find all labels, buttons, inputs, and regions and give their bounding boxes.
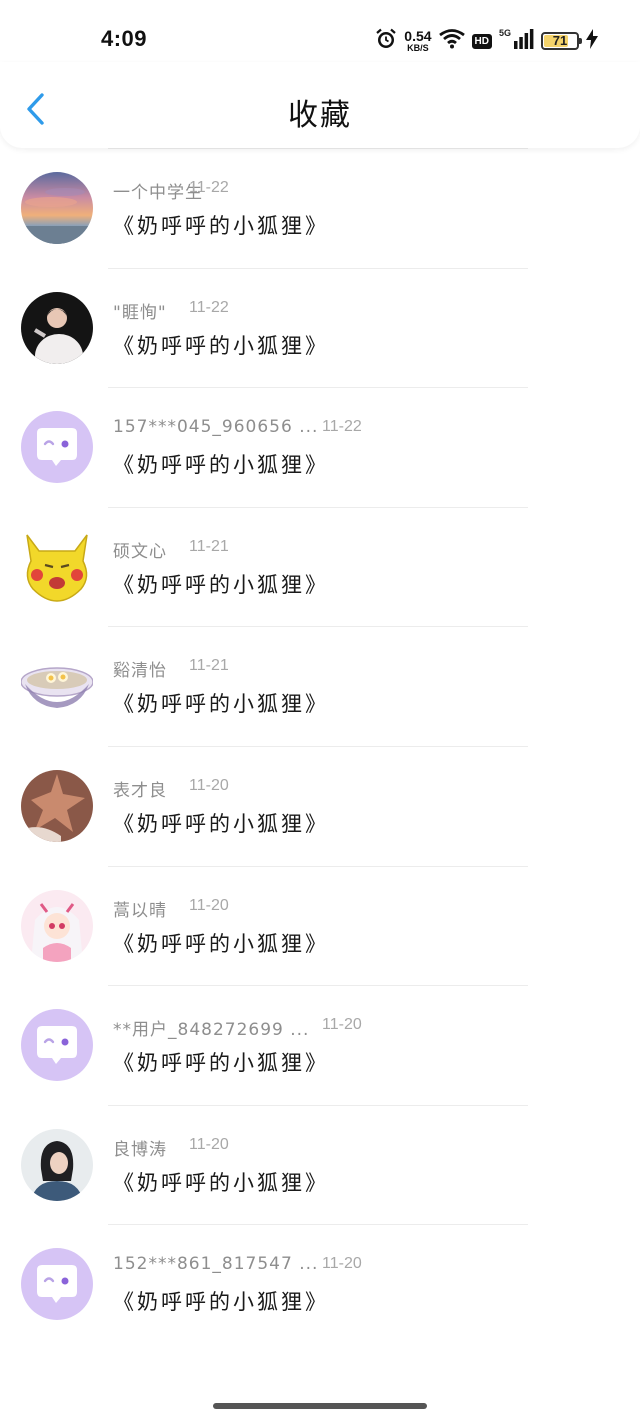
default-chat-avatar-icon[interactable]	[21, 1009, 93, 1082]
avatar[interactable]	[21, 889, 93, 962]
work-title[interactable]: 《奶呼呼的小狐狸》	[113, 1047, 329, 1077]
username: 谿清怡	[113, 661, 167, 682]
divider	[108, 267, 528, 269]
username: 硕文心	[113, 541, 167, 562]
avatar[interactable]	[21, 1128, 93, 1201]
work-title[interactable]: 《奶呼呼的小狐狸》	[113, 210, 329, 240]
divider	[108, 626, 528, 628]
list-item[interactable]: 152***861_817547 ... 11-20 《奶呼呼的小狐狸》	[0, 1224, 640, 1344]
work-title[interactable]: 《奶呼呼的小狐狸》	[113, 928, 329, 958]
avatar[interactable]	[21, 531, 93, 603]
divider	[108, 985, 528, 987]
divider	[108, 506, 528, 508]
charging-icon	[586, 29, 598, 53]
username: 157***045_960656 ...	[113, 417, 319, 438]
username: 表才良	[113, 780, 167, 801]
list-item[interactable]: **用户_848272699 ... 11-20 《奶呼呼的小狐狸》	[0, 985, 640, 1105]
net-speed-unit: KB/S	[407, 43, 429, 53]
avatar[interactable]	[20, 650, 94, 722]
date: 11-20	[189, 776, 229, 794]
date: 11-20	[322, 1016, 362, 1034]
work-title[interactable]: 《奶呼呼的小狐狸》	[113, 449, 329, 479]
work-title[interactable]: 《奶呼呼的小狐狸》	[113, 569, 329, 599]
nav-bar: 收藏	[0, 62, 640, 148]
avatar[interactable]	[21, 291, 93, 364]
date: 11-22	[189, 179, 229, 196]
work-title[interactable]: 《奶呼呼的小狐狸》	[113, 1167, 329, 1197]
divider	[108, 1104, 528, 1106]
favorites-list: 一个中学生 11-22 《奶呼呼的小狐狸》 "睚恂" 11-22 《奶呼呼的小狐…	[0, 148, 640, 1344]
list-item[interactable]: 谿清怡 11-21 《奶呼呼的小狐狸》	[0, 626, 640, 746]
battery-icon: 71	[541, 32, 582, 50]
list-item[interactable]: 表才良 11-20 《奶呼呼的小狐狸》	[0, 745, 640, 866]
status-icons: 0.54 KB/S HD 5G 71	[375, 27, 598, 55]
list-item[interactable]: 一个中学生 11-22 《奶呼呼的小狐狸》	[0, 148, 640, 268]
list-item[interactable]: 蒿以晴 11-20 《奶呼呼的小狐狸》	[0, 865, 640, 986]
default-chat-avatar-icon[interactable]	[21, 411, 93, 484]
username: 蒿以晴	[113, 900, 167, 921]
work-title[interactable]: 《奶呼呼的小狐狸》	[113, 1286, 329, 1316]
page-title: 收藏	[288, 98, 352, 133]
network-type: 5G	[498, 28, 511, 38]
date: 11-20	[189, 1135, 229, 1153]
divider	[108, 387, 528, 389]
home-indicator[interactable]	[213, 1403, 427, 1409]
default-chat-avatar-icon[interactable]	[21, 1248, 93, 1321]
date: 11-21	[189, 657, 229, 675]
username: 152***861_817547 ...	[113, 1254, 319, 1275]
list-item[interactable]: 157***045_960656 ... 11-22 《奶呼呼的小狐狸》	[0, 387, 640, 507]
date: 11-20	[322, 1255, 362, 1273]
avatar[interactable]	[21, 769, 93, 842]
divider	[108, 148, 528, 149]
username: "睚恂"	[113, 302, 167, 323]
battery-level: 71	[552, 33, 568, 48]
username: 良博涛	[113, 1139, 167, 1160]
net-speed: 0.54 KB/S	[404, 29, 431, 53]
hd-badge: HD	[471, 33, 492, 49]
wifi-icon	[438, 29, 465, 53]
date: 11-21	[189, 537, 229, 555]
work-title[interactable]: 《奶呼呼的小狐狸》	[113, 330, 329, 360]
alarm-icon	[375, 28, 397, 54]
divider	[108, 865, 528, 867]
list-item[interactable]: 良博涛 11-20 《奶呼呼的小狐狸》	[0, 1104, 640, 1225]
list-item[interactable]: "睚恂" 11-22 《奶呼呼的小狐狸》	[0, 267, 640, 388]
work-title[interactable]: 《奶呼呼的小狐狸》	[113, 688, 329, 718]
work-title[interactable]: 《奶呼呼的小狐狸》	[113, 808, 329, 838]
date: 11-22	[322, 418, 362, 436]
net-speed-value: 0.54	[404, 28, 432, 44]
signal-icon	[514, 29, 534, 53]
status-time: 4:09	[101, 26, 148, 51]
list-item[interactable]: 硕文心 11-21 《奶呼呼的小狐狸》	[0, 506, 640, 627]
date: 11-20	[189, 896, 229, 914]
divider	[108, 1224, 528, 1226]
username: **用户_848272699 ...	[113, 1020, 310, 1041]
avatar[interactable]	[21, 172, 93, 244]
divider	[108, 745, 528, 747]
date: 11-22	[189, 298, 229, 316]
